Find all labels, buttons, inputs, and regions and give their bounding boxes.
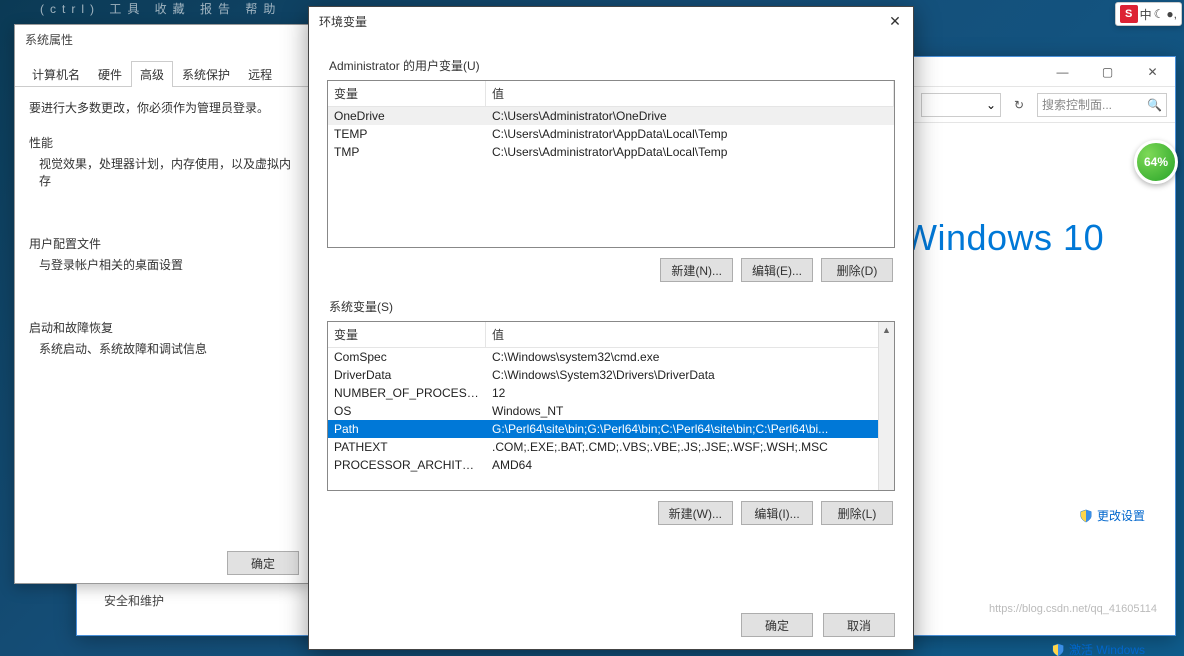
var-name: OS: [328, 402, 486, 420]
environment-variables-dialog: 环境变量 ✕ Administrator 的用户变量(U) 变量 值 OneDr…: [308, 6, 914, 650]
ime-lang[interactable]: 中: [1140, 6, 1152, 23]
cancel-button[interactable]: 取消: [823, 613, 895, 637]
tab-计算机名[interactable]: 计算机名: [23, 61, 89, 87]
var-value: C:\Users\Administrator\AppData\Local\Tem…: [486, 125, 894, 143]
column-header-value[interactable]: 值: [486, 322, 894, 347]
search-placeholder: 搜索控制面...: [1042, 96, 1112, 113]
ok-button[interactable]: 确定: [227, 551, 299, 575]
list-item[interactable]: PathG:\Perl64\site\bin;G:\Perl64\bin;C:\…: [328, 420, 894, 438]
profile-desc: 与登录帐户相关的桌面设置: [39, 256, 295, 273]
var-value: Windows_NT: [486, 402, 894, 420]
var-value: 12: [486, 384, 894, 402]
tab-系统保护[interactable]: 系统保护: [173, 61, 239, 87]
close-button[interactable]: ✕: [883, 11, 907, 31]
var-name: ComSpec: [328, 348, 486, 366]
maximize-button[interactable]: ▢: [1085, 57, 1130, 86]
edit-sys-var-button[interactable]: 编辑(I)...: [741, 501, 813, 525]
search-input[interactable]: 搜索控制面... 🔍: [1037, 93, 1167, 117]
var-name: OneDrive: [328, 107, 486, 125]
tab-远程[interactable]: 远程: [239, 61, 281, 87]
list-item[interactable]: PATHEXT.COM;.EXE;.BAT;.CMD;.VBS;.VBE;.JS…: [328, 438, 894, 456]
var-value: C:\Windows\system32\cmd.exe: [486, 348, 894, 366]
var-name: TEMP: [328, 125, 486, 143]
system-vars-list[interactable]: 变量 值 ComSpecC:\Windows\system32\cmd.exeD…: [327, 321, 895, 491]
dialog-title: 系统属性: [15, 25, 309, 54]
performance-label: 性能: [29, 134, 295, 151]
list-item[interactable]: TEMPC:\Users\Administrator\AppData\Local…: [328, 125, 894, 143]
link-label: 激活 Windows: [1069, 641, 1145, 656]
chevron-down-icon: ⌄: [986, 98, 996, 112]
battery-percent: 64%: [1144, 155, 1168, 169]
delete-user-var-button[interactable]: 删除(D): [821, 258, 893, 282]
admin-hint: 要进行大多数更改，你必须作为管理员登录。: [29, 99, 295, 116]
list-item[interactable]: PROCESSOR_ARCHITECT...AMD64: [328, 456, 894, 474]
var-value: C:\Windows\System32\Drivers\DriverData: [486, 366, 894, 384]
ime-punct[interactable]: ●,: [1166, 7, 1177, 21]
dialog-titlebar[interactable]: 环境变量 ✕: [309, 7, 913, 39]
var-name: NUMBER_OF_PROCESSORS: [328, 384, 486, 402]
change-settings-link[interactable]: 更改设置: [1079, 507, 1145, 524]
var-value: C:\Users\Administrator\OneDrive: [486, 107, 894, 125]
list-item[interactable]: DriverDataC:\Windows\System32\Drivers\Dr…: [328, 366, 894, 384]
list-item[interactable]: NUMBER_OF_PROCESSORS12: [328, 384, 894, 402]
address-dropdown[interactable]: ⌄: [921, 93, 1001, 117]
var-name: TMP: [328, 143, 486, 161]
new-sys-var-button[interactable]: 新建(W)...: [658, 501, 733, 525]
user-vars-label: Administrator 的用户变量(U): [329, 57, 895, 74]
list-item[interactable]: TMPC:\Users\Administrator\AppData\Local\…: [328, 143, 894, 161]
performance-desc: 视觉效果，处理器计划，内存使用，以及虚拟内存: [39, 155, 295, 189]
column-header-variable[interactable]: 变量: [328, 81, 486, 106]
list-item[interactable]: OneDriveC:\Users\Administrator\OneDrive: [328, 107, 894, 125]
new-user-var-button[interactable]: 新建(N)...: [660, 258, 733, 282]
safety-maintenance-text: 安全和维护: [104, 592, 164, 609]
tab-content: 要进行大多数更改，你必须作为管理员登录。 性能 视觉效果，处理器计划，内存使用，…: [15, 87, 309, 387]
list-item[interactable]: ComSpecC:\Windows\system32\cmd.exe: [328, 348, 894, 366]
dialog-title-text: 环境变量: [319, 13, 367, 30]
startup-label: 启动和故障恢复: [29, 319, 295, 336]
startup-desc: 系统启动、系统故障和调试信息: [39, 340, 295, 357]
tab-高级[interactable]: 高级: [131, 61, 173, 87]
shield-icon: [1079, 509, 1093, 523]
var-name: PATHEXT: [328, 438, 486, 456]
refresh-button[interactable]: ↻: [1007, 93, 1031, 117]
list-item[interactable]: OSWindows_NT: [328, 402, 894, 420]
var-value: C:\Users\Administrator\AppData\Local\Tem…: [486, 143, 894, 161]
ime-toolbar[interactable]: S 中 ☾ ●,: [1115, 2, 1182, 26]
minimize-button[interactable]: —: [1040, 57, 1085, 86]
desktop-fragments: (ctrl) 工具 收藏 报告 帮助: [40, 0, 281, 17]
profile-label: 用户配置文件: [29, 235, 295, 252]
close-button[interactable]: ✕: [1130, 57, 1175, 86]
system-vars-label: 系统变量(S): [329, 298, 895, 315]
ok-button[interactable]: 确定: [741, 613, 813, 637]
tab-硬件[interactable]: 硬件: [89, 61, 131, 87]
shield-icon: [1051, 643, 1065, 656]
var-value: .COM;.EXE;.BAT;.CMD;.VBS;.VBE;.JS;.JSE;.…: [486, 438, 894, 456]
column-header-variable[interactable]: 变量: [328, 322, 486, 347]
var-value: G:\Perl64\site\bin;G:\Perl64\bin;C:\Perl…: [486, 420, 894, 438]
system-properties-dialog: 系统属性 计算机名硬件高级系统保护远程 要进行大多数更改，你必须作为管理员登录。…: [14, 24, 310, 584]
link-label: 更改设置: [1097, 507, 1145, 524]
var-name: DriverData: [328, 366, 486, 384]
edit-user-var-button[interactable]: 编辑(E)...: [741, 258, 813, 282]
ime-logo-icon: S: [1120, 5, 1138, 23]
tab-strip: 计算机名硬件高级系统保护远程: [15, 60, 309, 87]
column-header-value[interactable]: 值: [486, 81, 894, 106]
battery-badge[interactable]: 64%: [1134, 140, 1178, 184]
var-name: PROCESSOR_ARCHITECT...: [328, 456, 486, 474]
delete-sys-var-button[interactable]: 删除(L): [821, 501, 893, 525]
footer-url: https://blog.csdn.net/qq_41605114: [989, 603, 1157, 615]
var-name: Path: [328, 420, 486, 438]
var-value: AMD64: [486, 456, 894, 474]
search-icon: 🔍: [1147, 98, 1162, 112]
scrollbar[interactable]: ▲: [878, 322, 894, 490]
windows10-logo: Windows 10: [903, 217, 1163, 259]
moon-icon[interactable]: ☾: [1154, 7, 1165, 21]
scroll-up-icon[interactable]: ▲: [879, 322, 894, 338]
activate-windows-link[interactable]: 激活 Windows: [1051, 641, 1145, 656]
user-vars-list[interactable]: 变量 值 OneDriveC:\Users\Administrator\OneD…: [327, 80, 895, 248]
